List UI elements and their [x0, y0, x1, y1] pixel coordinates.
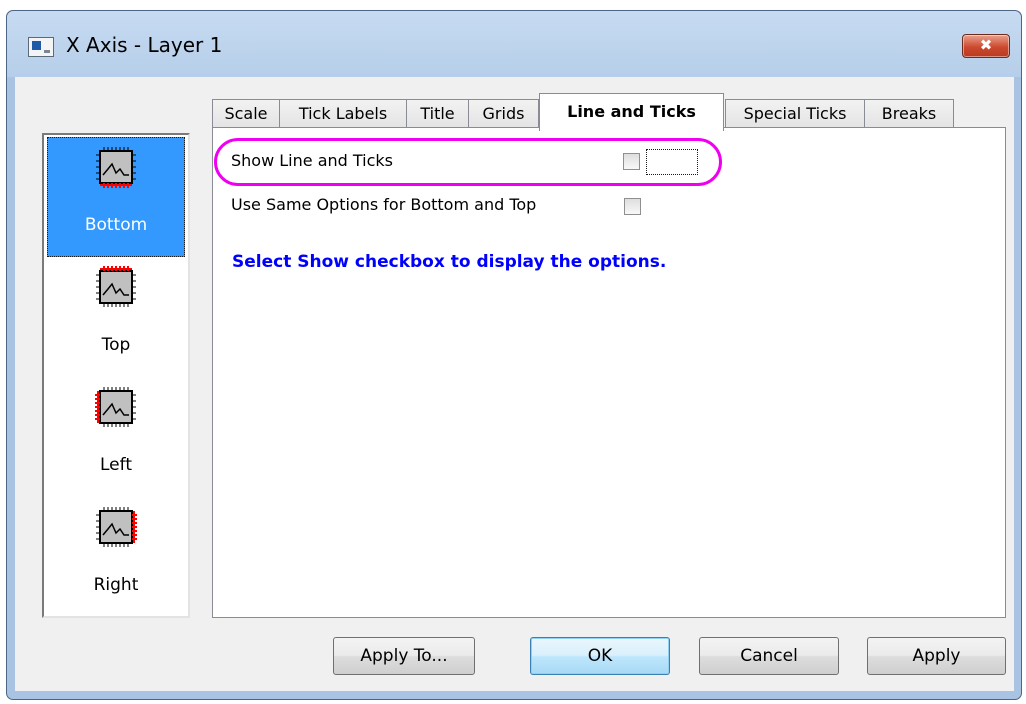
hint-message: Select Show checkbox to display the opti…: [232, 252, 667, 272]
bottom-axis-icon: [96, 147, 136, 188]
axis-item-label: Top: [101, 335, 131, 355]
tab-breaks[interactable]: Breaks: [864, 99, 954, 129]
tab-title[interactable]: Title: [406, 99, 469, 129]
tab-line-and-ticks[interactable]: Line and Ticks: [539, 93, 724, 131]
show-line-and-ticks-checkbox[interactable]: [623, 153, 640, 170]
apply-button[interactable]: Apply: [867, 637, 1006, 675]
focus-indicator: [646, 149, 698, 175]
apply-to-button[interactable]: Apply To...: [333, 637, 475, 675]
axis-item-top[interactable]: Top: [47, 257, 185, 377]
app-window-icon: [28, 37, 54, 57]
tab-tick-labels[interactable]: Tick Labels: [279, 99, 407, 129]
same-options-label: Use Same Options for Bottom and Top: [231, 195, 537, 214]
top-axis-icon: [96, 266, 136, 307]
right-axis-icon: [96, 507, 137, 547]
show-line-and-ticks-label: Show Line and Ticks: [231, 151, 393, 170]
window-title: X Axis - Layer 1: [66, 33, 223, 57]
axis-item-left[interactable]: Left: [47, 377, 185, 497]
cancel-button[interactable]: Cancel: [699, 637, 839, 675]
axis-item-label: Right: [93, 575, 139, 595]
left-axis-icon: [95, 387, 136, 427]
dialog-window: X Axis - Layer 1 ✖ Bottom Top Left Right…: [6, 10, 1022, 700]
tab-scale[interactable]: Scale: [212, 99, 280, 129]
dialog-client-area: Bottom Top Left Right Scale Tick Labels …: [15, 77, 1014, 691]
ok-button[interactable]: OK: [530, 637, 670, 675]
axis-item-right[interactable]: Right: [47, 497, 185, 617]
line-and-ticks-panel: Show Line and Ticks Use Same Options for…: [212, 127, 1006, 618]
tab-grids[interactable]: Grids: [468, 99, 539, 129]
axis-item-label: Left: [100, 455, 132, 475]
axis-item-label: Bottom: [84, 215, 148, 235]
axis-selector-list: Bottom Top Left Right: [42, 133, 190, 618]
tab-special-ticks[interactable]: Special Ticks: [725, 99, 865, 129]
title-bar[interactable]: X Axis - Layer 1 ✖: [7, 11, 1021, 77]
axis-item-bottom[interactable]: Bottom: [47, 137, 185, 257]
close-button[interactable]: ✖: [962, 34, 1010, 58]
same-options-checkbox[interactable]: [624, 198, 641, 215]
